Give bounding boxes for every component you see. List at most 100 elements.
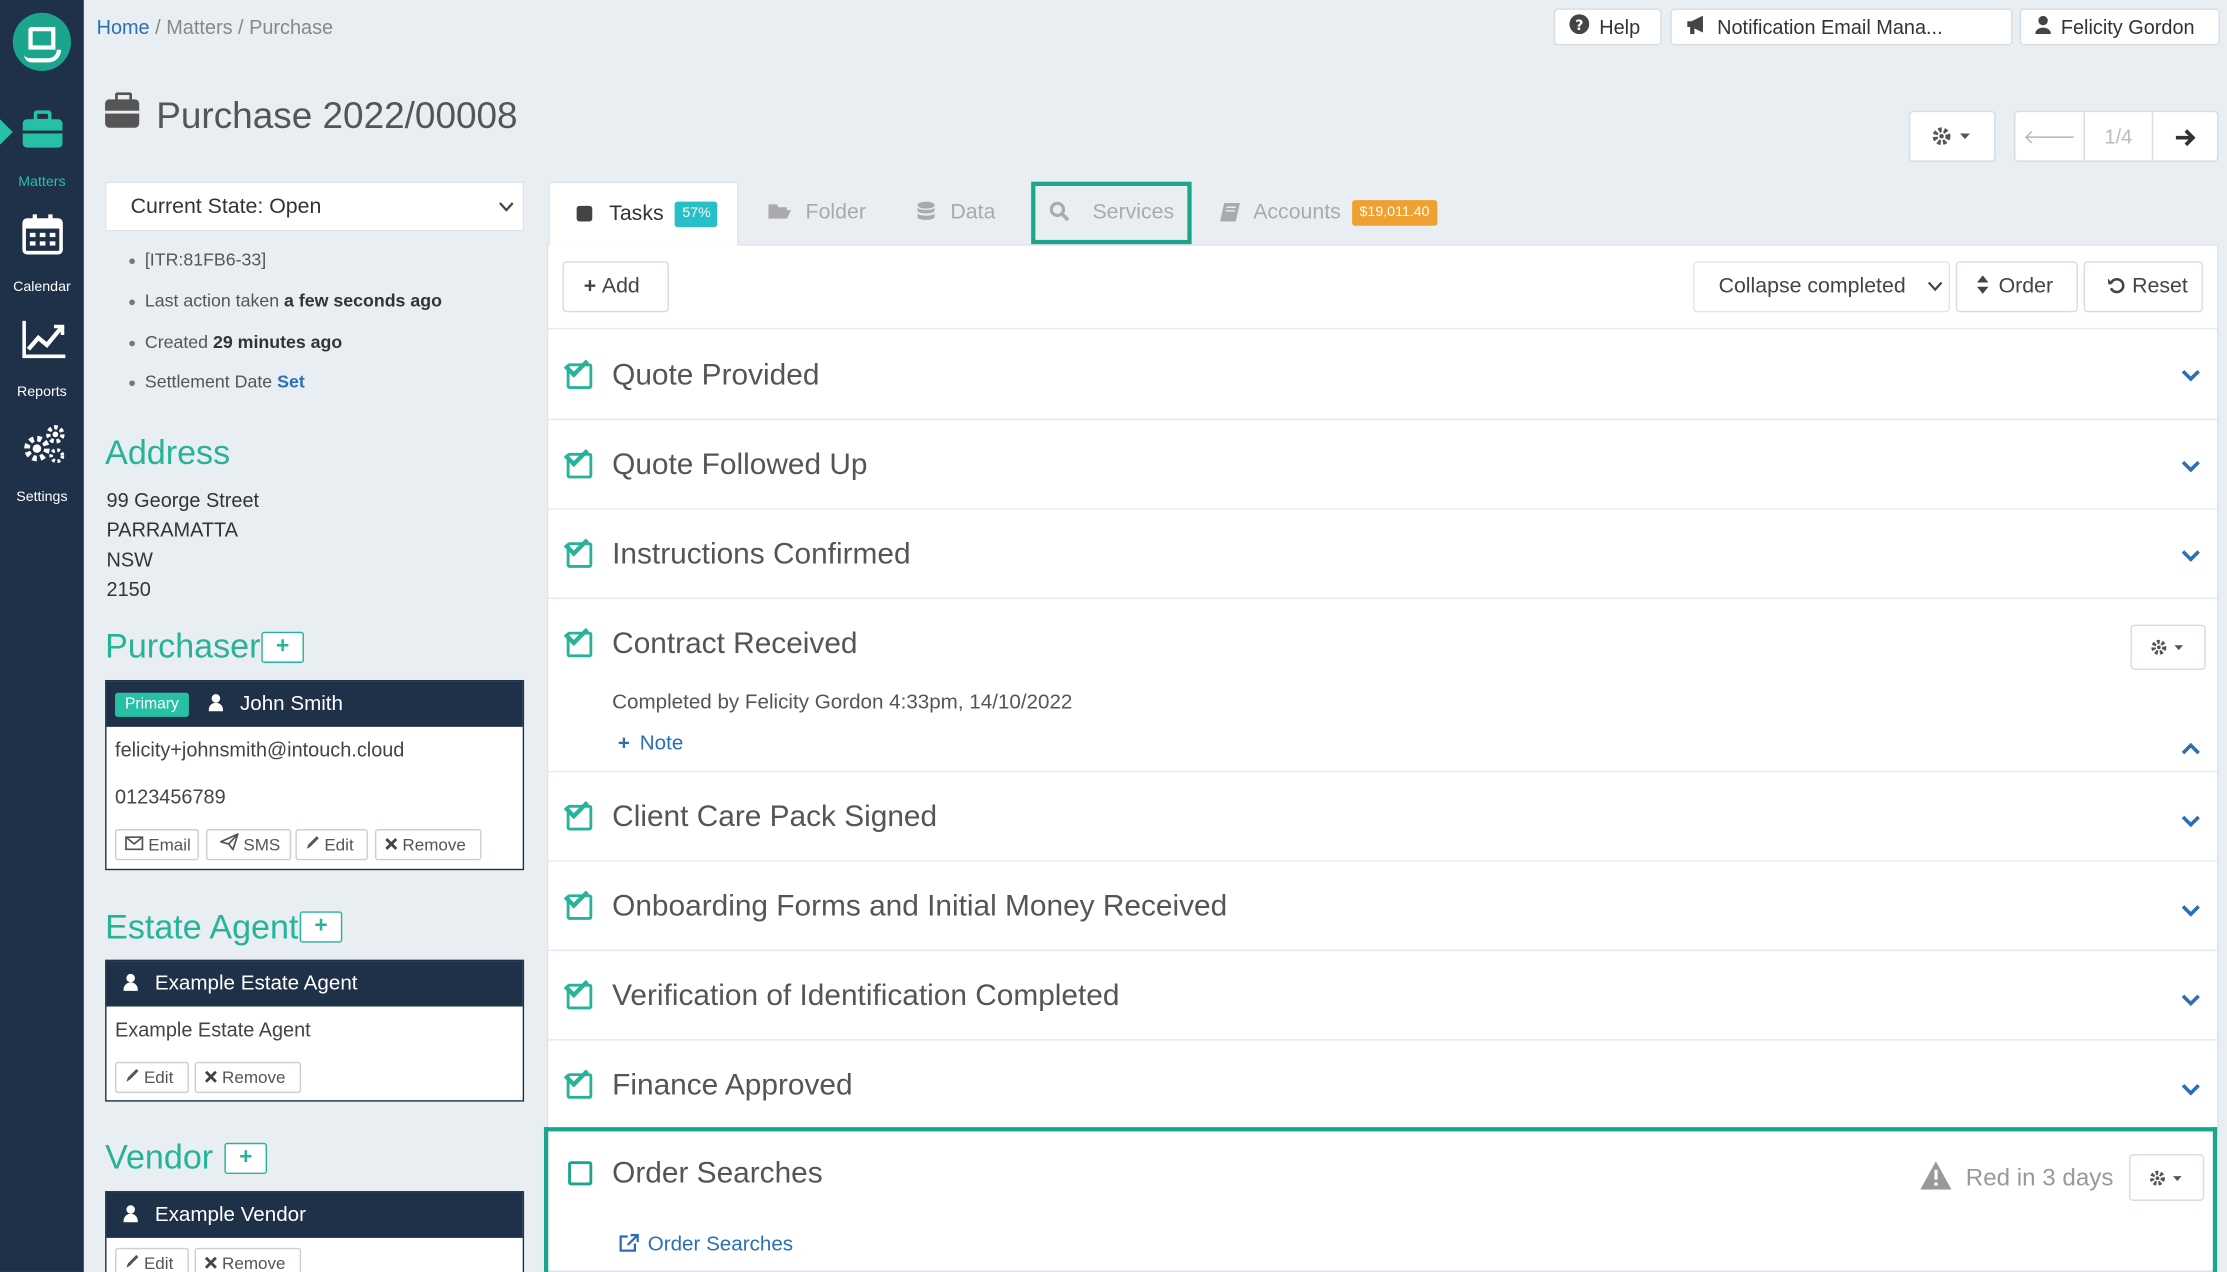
tab-tasks[interactable]: Tasks 57% [548,181,739,246]
gear-icon [1931,127,1970,145]
address-line: 2150 [106,577,151,601]
search-icon [1049,201,1070,222]
nav-calendar[interactable]: Calendar [0,207,84,301]
breadcrumb-matters[interactable]: Matters [166,16,232,39]
user-icon [123,1205,138,1223]
nav-reports[interactable]: Reports [0,312,84,406]
plus-icon: + [314,914,328,939]
edit-button[interactable]: Edit [115,1061,189,1094]
address-line: 99 George Street [106,488,260,512]
reset-button[interactable]: Reset [2083,261,2203,313]
gears-icon [24,425,65,464]
tab-folder[interactable]: Folder [768,182,882,244]
user-icon [208,694,223,712]
last-action-value: a few seconds ago [284,291,442,311]
tab-data[interactable]: Data [917,182,1017,244]
sidebar: Matters Calendar Reports Settings [0,0,84,1272]
order-searches-link[interactable]: Order Searches [619,1234,793,1256]
task-row[interactable]: Quote Followed Up [548,418,2218,508]
undo-icon [2107,278,2125,294]
task-row[interactable]: Finance Approved [548,1039,2218,1128]
chevron-down-icon[interactable] [2181,544,2200,567]
chevron-down-icon[interactable] [2181,988,2200,1011]
task-checkbox[interactable] [566,804,593,831]
collapse-select-value: Collapse completed [1718,273,1906,299]
warning-icon [1920,1161,1952,1190]
breadcrumb-home[interactable]: Home [97,16,150,39]
nav-matters[interactable]: Matters [0,102,84,196]
order-button[interactable]: Order [1955,261,2078,313]
chevron-down-icon[interactable] [2181,809,2200,832]
vendor-heading: Vendor [105,1138,214,1177]
task-row[interactable]: Instructions Confirmed [548,508,2218,597]
plus-icon: + [276,634,290,659]
chevron-up-icon[interactable] [2181,737,2200,760]
task-settings-button[interactable] [2129,1154,2205,1201]
chevron-down-icon[interactable] [2181,454,2200,477]
task-checkbox[interactable] [566,1073,593,1099]
chevron-down-icon[interactable] [2181,363,2200,386]
last-action: Last action taken a few seconds ago [129,291,442,311]
task-row[interactable]: Verification of Identification Completed [548,949,2218,1039]
add-vendor-button[interactable]: + [224,1142,268,1175]
task-checkbox[interactable] [566,363,593,389]
tab-label: Accounts [1253,200,1341,225]
breadcrumb-separator: / [238,15,244,39]
tab-accounts[interactable]: Accounts $19,011.40 [1220,182,1447,244]
add-task-button[interactable]: + Add [562,261,669,313]
task-checkbox[interactable] [566,631,593,658]
help-label: Help [1599,15,1641,39]
remove-button[interactable]: Remove [374,829,482,861]
nav-settings[interactable]: Settings [0,417,84,511]
chevron-down-icon[interactable] [2181,899,2200,922]
edit-button[interactable]: Edit [295,829,368,861]
notification-email-button[interactable]: Notification Email Mana... [1670,8,2013,46]
edit-button-label: Edit [324,834,354,855]
help-button[interactable]: ? Help [1553,8,1662,46]
vendor-name[interactable]: Example Vendor [155,1204,306,1227]
task-checkbox[interactable] [566,983,593,1010]
remove-button[interactable]: Remove [194,1247,302,1272]
breadcrumb-current: Purchase [249,15,334,39]
task-checkbox[interactable] [566,894,593,920]
task-checkbox[interactable] [568,1161,593,1186]
briefcase-icon [22,110,63,148]
previous-matter-button[interactable]: 🡐 [2015,112,2083,160]
purchaser-card-header: Primary John Smith [106,681,523,727]
tab-label: Tasks [609,201,664,226]
add-purchaser-button[interactable]: + [261,631,304,663]
close-icon [204,1256,217,1269]
remove-button[interactable]: Remove [194,1061,302,1094]
chevron-down-icon[interactable] [2181,1077,2200,1100]
collapse-select[interactable]: Collapse completed [1692,261,1951,313]
settlement-set-link[interactable]: Set [277,372,305,392]
task-checkbox[interactable] [566,542,593,568]
estate-agent-name[interactable]: Example Estate Agent [155,972,358,995]
task-row[interactable]: Client Care Pack Signed [548,770,2218,860]
matter-pager: 🡐 1/4 [2013,110,2219,162]
email-button[interactable]: Email [115,829,199,861]
purchaser-heading: Purchaser [105,627,261,666]
current-state-select[interactable]: Current State: Open [105,181,525,232]
sms-button[interactable]: SMS [205,829,292,861]
add-estate-agent-button[interactable]: + [299,911,343,943]
address-line: PARRAMATTA [106,518,238,541]
order-label: Order [1998,273,2054,299]
purchaser-name[interactable]: John Smith [240,693,343,716]
task-row[interactable]: Onboarding Forms and Initial Money Recei… [548,860,2218,949]
task-row-highlighted[interactable]: Order Searches Red in 3 days Order Searc… [543,1127,2218,1272]
estate-agent-card-header: Example Estate Agent [106,961,523,1007]
user-menu-button[interactable]: Felicity Gordon [2019,8,2220,46]
task-row[interactable]: Quote Provided [548,327,2218,419]
task-checkbox[interactable] [566,452,593,479]
app-logo[interactable] [12,12,72,71]
address-line: NSW [106,547,153,571]
next-matter-button[interactable] [2151,112,2217,161]
matter-settings-button[interactable] [1908,110,1996,162]
add-note-link[interactable]: + Note [618,733,683,756]
task-row-expanded[interactable]: Contract Received Completed by Felicity … [548,597,2218,771]
tab-services[interactable]: Services [1031,181,1192,245]
pager-position: 1/4 [2083,112,2152,161]
edit-button[interactable]: Edit [115,1247,189,1272]
task-settings-button[interactable] [2130,624,2206,671]
